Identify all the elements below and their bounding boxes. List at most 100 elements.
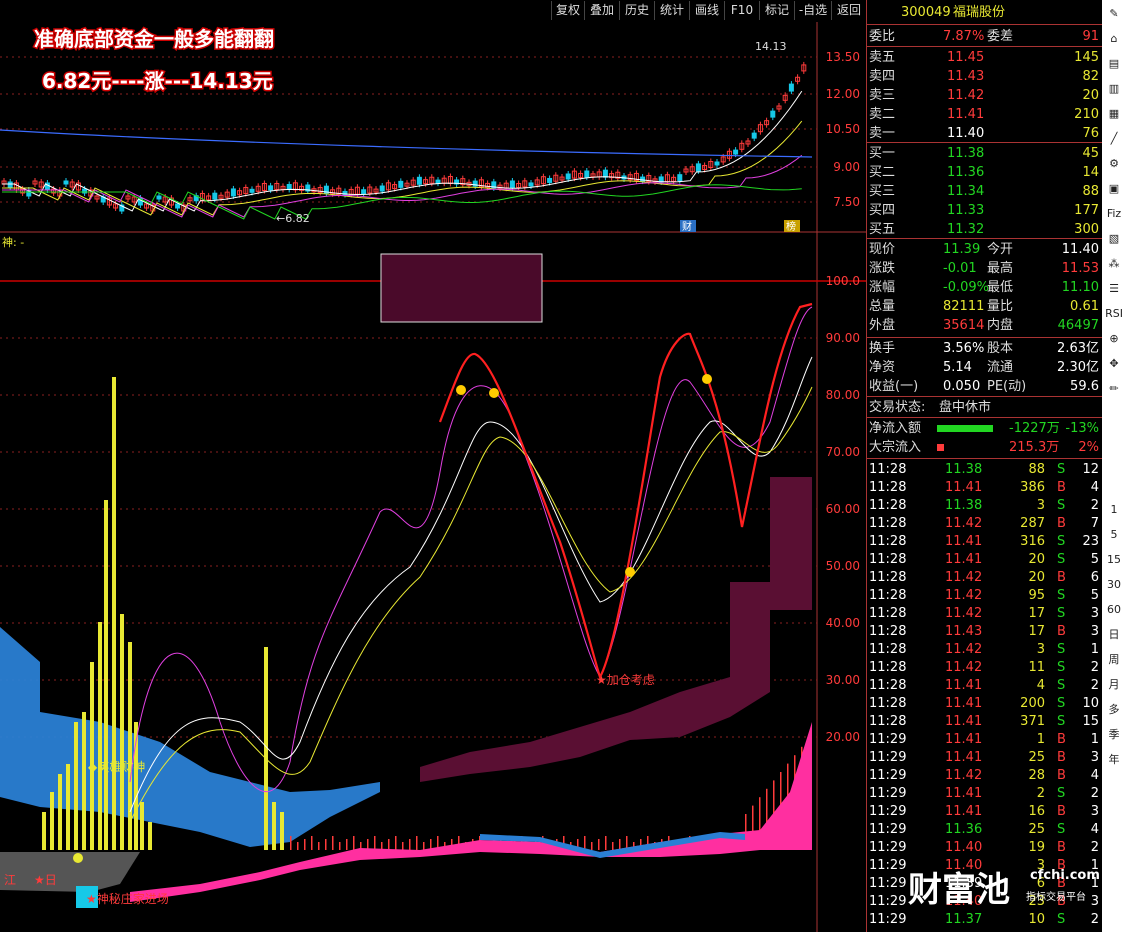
flow-bar	[395, 836, 397, 850]
period-button[interactable]: 季	[1104, 725, 1124, 745]
bid-price: 11.34	[947, 184, 985, 199]
signal-dot[interactable]	[456, 385, 466, 395]
period-button[interactable]: 周	[1104, 650, 1124, 670]
volume-bar	[74, 722, 78, 850]
toolbar-fanhui-button[interactable]: 返回	[831, 1, 866, 20]
tick-count: 2	[1090, 678, 1099, 693]
side-tool-icon[interactable]: ⌂	[1104, 29, 1124, 49]
ma-line	[2, 90, 803, 212]
period-button[interactable]: 15	[1104, 550, 1124, 570]
side-tool-icon[interactable]: ▧	[1104, 229, 1124, 249]
tick-count: 4	[1090, 768, 1099, 783]
tick-side: S	[1057, 588, 1066, 603]
toolbar-zixuan-button[interactable]: -自选	[794, 1, 831, 20]
toolbar-biaoji-button[interactable]: 标记	[759, 1, 794, 20]
period-button[interactable]: 年	[1104, 750, 1124, 770]
candle-body	[63, 180, 69, 185]
left-label-2: ★日	[34, 873, 57, 887]
fundamental-value: 0.050	[943, 379, 981, 394]
tick-volume: 371	[1020, 714, 1045, 729]
stock-header: 300049 福瑞股份	[867, 3, 1103, 22]
stock-chart[interactable]: 13.5012.0010.509.007.50 14.13 ←6.82 财 榜 …	[0, 22, 866, 932]
bid-volume: 14	[1082, 165, 1099, 180]
period-button[interactable]: 日	[1104, 625, 1124, 645]
side-tool-icon[interactable]: ▥	[1104, 79, 1124, 99]
flow-bar	[339, 842, 341, 850]
side-tool-icon[interactable]: ▤	[1104, 54, 1124, 74]
side-tool-icon[interactable]: ╱	[1104, 129, 1124, 149]
tick-volume: 95	[1028, 588, 1045, 603]
period-button[interactable]: 60	[1104, 600, 1124, 620]
side-tool-icon[interactable]: ⚙	[1104, 154, 1124, 174]
signal-dot[interactable]	[625, 567, 635, 577]
signal-dot[interactable]	[702, 374, 712, 384]
candle-body	[268, 185, 274, 191]
toolbar-lishi-button[interactable]: 历史	[619, 1, 654, 20]
period-button[interactable]: 30	[1104, 575, 1124, 595]
toolbar-fuquan-button[interactable]: 复权	[551, 1, 584, 20]
trade-status-value: 盘中休市	[939, 400, 992, 415]
period-button[interactable]: 5	[1104, 525, 1124, 545]
period-button[interactable]: 多	[1104, 700, 1124, 720]
flow-bar-indicator	[937, 425, 993, 432]
bid-row: 买二 11.36 14	[867, 163, 1103, 182]
tick-row: 11:28 11.42 3 S 1	[867, 640, 1103, 659]
period-button[interactable]: 月	[1104, 675, 1124, 695]
tick-count: 10	[1082, 696, 1099, 711]
tick-row: 11:28 11.41 200 S 10	[867, 694, 1103, 713]
tick-volume: 1	[1036, 732, 1045, 747]
left-label-1: 江	[4, 873, 16, 887]
flow-bar	[353, 836, 355, 850]
side-tool-icon[interactable]: ▣	[1104, 179, 1124, 199]
tick-side: S	[1057, 642, 1066, 657]
toolbar-huaxian-button[interactable]: 画线	[689, 1, 724, 20]
side-tool-icon[interactable]: Fiz	[1104, 204, 1124, 224]
indicator-axis-tick: 30.00	[826, 673, 860, 687]
ask-label: 卖五	[869, 50, 896, 65]
tick-time: 11:28	[869, 552, 907, 567]
tick-row: 11:28 11.41 386 B 4	[867, 478, 1103, 497]
flow-bar	[619, 839, 621, 850]
signal-dot[interactable]	[489, 388, 499, 398]
tick-count: 1	[1090, 642, 1099, 657]
toolbar-tongji-button[interactable]: 统计	[654, 1, 689, 20]
side-tool-icon[interactable]: ✏	[1104, 379, 1124, 399]
tick-volume: 17	[1028, 624, 1045, 639]
tick-row: 11:29 11.36 25 S 4	[867, 820, 1103, 839]
side-tool-icon[interactable]: ✥	[1104, 354, 1124, 374]
ask-label: 卖一	[869, 126, 896, 141]
side-tool-icon[interactable]: ☰	[1104, 279, 1124, 299]
toolbar-diejia-button[interactable]: 叠加	[584, 1, 619, 20]
tick-price: 11.37	[945, 912, 983, 927]
tick-volume: 386	[1020, 480, 1045, 495]
high-price-label: 14.13	[755, 40, 787, 53]
side-tool-icon[interactable]: RSI	[1104, 304, 1124, 324]
tick-count: 5	[1090, 588, 1099, 603]
tick-volume: 16	[1028, 804, 1045, 819]
tick-row: 11:28 11.41 20 S 5	[867, 550, 1103, 569]
tick-side: B	[1057, 480, 1066, 495]
side-tool-icon[interactable]: ⊕	[1104, 329, 1124, 349]
volume-bar	[82, 712, 86, 850]
tick-row: 11:28 11.41 4 S 2	[867, 676, 1103, 695]
flow-bar	[346, 839, 348, 850]
tick-price: 11.41	[945, 750, 983, 765]
side-tool-icon[interactable]: ▦	[1104, 104, 1124, 124]
candle-body	[547, 177, 553, 183]
side-tool-icon[interactable]: ⁂	[1104, 254, 1124, 274]
flow-bar	[297, 842, 299, 850]
chart-toolbar: 复权 叠加 历史 统计 画线 F10 标记 -自选 返回	[0, 0, 866, 22]
toolbar-f10-button[interactable]: F10	[724, 1, 759, 20]
tick-side: B	[1057, 624, 1066, 639]
fundamental-row: 收益(一) 0.050 PE(动) 59.6	[867, 377, 1103, 396]
quote-value: -0.09%	[943, 280, 989, 295]
bid-volume: 88	[1082, 184, 1099, 199]
tick-row: 11:28 11.42 20 B 6	[867, 568, 1103, 587]
tick-volume: 25	[1028, 822, 1045, 837]
side-tool-icon[interactable]: ✎	[1104, 4, 1124, 24]
tick-volume: 316	[1020, 534, 1045, 549]
tick-count: 23	[1082, 534, 1099, 549]
tick-time: 11:29	[869, 840, 907, 855]
tick-side: B	[1057, 750, 1066, 765]
period-button[interactable]: 1	[1104, 500, 1124, 520]
